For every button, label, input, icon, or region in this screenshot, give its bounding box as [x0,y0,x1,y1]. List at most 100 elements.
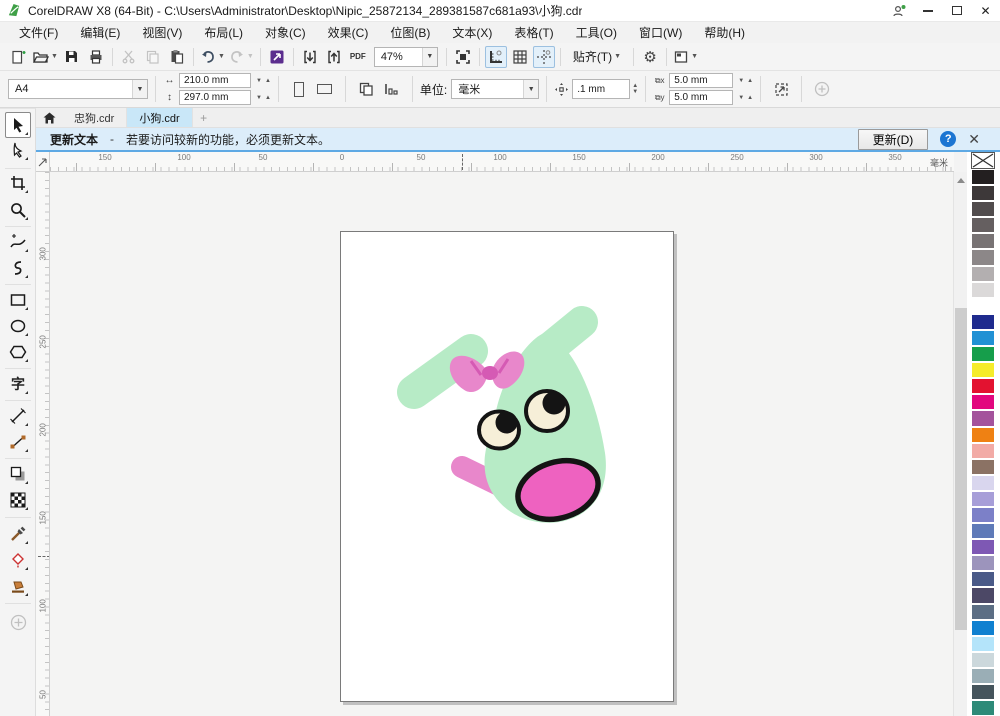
home-icon[interactable] [36,108,62,127]
duplicate-y-field[interactable]: 5.0 mm [669,90,733,105]
color-swatch-24[interactable] [971,555,995,571]
treat-as-filled-icon[interactable] [769,76,793,102]
interactive-fill-tool[interactable] [5,547,31,573]
application-launcher-icon[interactable]: ▼ [672,46,699,68]
menu-item-5[interactable]: 效果(C) [317,22,380,43]
snap-to-button[interactable]: 贴齐(T) ▼ [566,46,628,68]
menu-item-10[interactable]: 窗口(W) [628,22,693,43]
color-swatch-22[interactable] [971,523,995,539]
scroll-up-icon[interactable] [957,178,965,183]
full-screen-preview-icon[interactable] [452,46,474,68]
units-combo[interactable]: 毫米 ▼ [451,79,539,99]
color-swatch-14[interactable] [971,394,995,410]
color-swatch-0[interactable] [971,169,995,185]
color-swatch-28[interactable] [971,620,995,636]
page-a4[interactable] [340,231,674,702]
rectangle-tool[interactable] [5,287,31,313]
zoom-dropdown-icon[interactable]: ▼ [422,48,437,66]
menu-item-0[interactable]: 文件(F) [8,22,69,43]
no-fill-swatch[interactable] [971,152,995,169]
dog-artwork[interactable] [381,301,631,541]
color-swatch-1[interactable] [971,185,995,201]
zoom-tool[interactable] [5,197,31,223]
ellipse-tool[interactable] [5,313,31,339]
new-tab-button[interactable]: + [193,108,215,127]
color-swatch-12[interactable] [971,362,995,378]
menu-item-1[interactable]: 编辑(E) [69,22,131,43]
nudge-spinner[interactable]: ▲▼ [632,83,638,95]
color-swatch-13[interactable] [971,378,995,394]
duplicate-x-field[interactable]: 5.0 mm [669,73,733,88]
page-width-field[interactable]: 210.0 mm [179,73,251,88]
shape-tool[interactable] [5,137,31,163]
zoom-levels-combo[interactable]: 47% ▼ [374,47,438,67]
crop-tool[interactable] [5,170,31,196]
copy-icon[interactable] [142,46,164,68]
transparency-tool[interactable] [5,487,31,513]
show-grid-icon[interactable] [509,46,531,68]
color-swatch-6[interactable] [971,266,995,282]
redo-icon[interactable]: ▼ [228,46,255,68]
scrollbar-thumb[interactable] [955,308,967,630]
connector-tool[interactable] [5,429,31,455]
menu-item-2[interactable]: 视图(V) [131,22,193,43]
update-button[interactable]: 更新(D) [858,129,929,150]
account-icon[interactable] [884,0,913,21]
menu-item-6[interactable]: 位图(B) [379,22,441,43]
current-page-icon[interactable] [380,76,404,102]
smart-fill-tool[interactable] [5,573,31,599]
ruler-origin[interactable] [36,152,50,172]
duplicate-x-spinner[interactable]: ▼▲ [738,78,753,84]
paste-icon[interactable] [166,46,188,68]
color-swatch-10[interactable] [971,330,995,346]
open-icon[interactable]: ▼ [31,46,59,68]
polygon-tool[interactable] [5,339,31,365]
customize-propbar-icon[interactable] [810,76,834,102]
options-gear-icon[interactable]: ⚙ [639,46,661,68]
color-swatch-25[interactable] [971,571,995,587]
document-tab-1[interactable]: 小狗.cdr [127,108,192,127]
page-height-spinner[interactable]: ▼▲ [256,95,271,101]
color-swatch-33[interactable] [971,700,995,716]
page-height-field[interactable]: 297.0 mm [179,90,251,105]
color-swatch-4[interactable] [971,233,995,249]
color-swatch-15[interactable] [971,410,995,426]
document-tab-0[interactable]: 忠狗.cdr [62,108,127,127]
page-width-spinner[interactable]: ▼▲ [256,78,271,84]
color-swatch-31[interactable] [971,668,995,684]
menu-item-3[interactable]: 布局(L) [193,22,254,43]
duplicate-y-spinner[interactable]: ▼▲ [738,95,753,101]
color-swatch-3[interactable] [971,217,995,233]
color-swatch-23[interactable] [971,539,995,555]
color-swatch-32[interactable] [971,684,995,700]
help-icon[interactable]: ? [940,131,956,147]
show-rulers-icon[interactable] [485,46,507,68]
color-swatch-16[interactable] [971,427,995,443]
landscape-button[interactable] [313,76,337,102]
export-icon[interactable] [323,46,345,68]
maximize-button[interactable] [942,0,971,21]
menu-item-4[interactable]: 对象(C) [254,22,317,43]
customize-toolbox-icon[interactable] [5,609,31,635]
cut-icon[interactable] [118,46,140,68]
show-guidelines-icon[interactable] [533,46,555,68]
nudge-field[interactable]: .1 mm [572,79,630,99]
close-button[interactable]: ✕ [971,0,1000,21]
open-dropdown-icon[interactable]: ▼ [51,53,58,60]
drawing-canvas[interactable] [50,172,953,716]
color-eyedropper-tool[interactable] [5,521,31,547]
menu-item-11[interactable]: 帮助(H) [693,22,756,43]
color-swatch-9[interactable] [971,314,995,330]
menu-item-7[interactable]: 文本(X) [441,22,503,43]
color-swatch-7[interactable] [971,282,995,298]
undo-icon[interactable]: ▼ [199,46,226,68]
save-icon[interactable] [61,46,83,68]
color-swatch-11[interactable] [971,346,995,362]
minimize-button[interactable] [913,0,942,21]
new-document-icon[interactable] [7,46,29,68]
drop-shadow-tool[interactable] [5,461,31,487]
color-swatch-27[interactable] [971,604,995,620]
color-swatch-29[interactable] [971,636,995,652]
color-swatch-18[interactable] [971,459,995,475]
menu-item-8[interactable]: 表格(T) [503,22,564,43]
